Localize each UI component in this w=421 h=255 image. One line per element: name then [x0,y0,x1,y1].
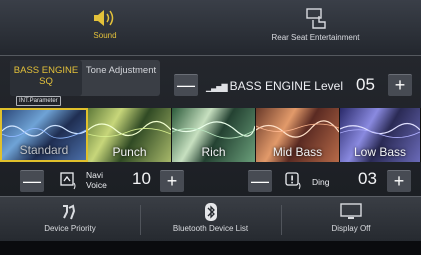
bottom-bezel [0,241,421,255]
waveform-graphic [256,120,339,138]
bass-engine-level-row: — ▁▃▅▇ BASS ENGINE Level 05 + [170,74,415,96]
footer-bar: Device Priority Bluetooth Device List Di… [0,196,421,241]
device-priority-button[interactable]: Device Priority [0,197,140,242]
navi-voice-label: Navi Voice [86,170,107,190]
bluetooth-device-list-button[interactable]: Bluetooth Device List [140,197,281,242]
tab-tone-adjustment[interactable]: Tone Adjustment [82,60,160,96]
ding-value: 03 [358,169,377,188]
voice-volume-row: — Navi Voice 10 + — Ding 03 + [0,166,421,196]
bass-level-plus-button[interactable]: + [388,74,412,96]
tab-sound[interactable]: Sound [0,0,210,56]
bass-level-minus-button[interactable]: — [174,74,198,96]
preset-mid-bass[interactable]: Mid Bass [256,108,340,162]
preset-standard[interactable]: Standard [0,108,88,162]
bass-level-label: BASS ENGINE Level [229,79,343,93]
tab-tone-adjustment-label: Tone Adjustment [85,65,157,76]
level-bars-icon: ▁▃▅▇ [206,83,228,92]
preset-low-bass-label: Low Bass [353,145,407,159]
preset-rich-label: Rich [201,145,226,159]
bass-level-label-group: ▁▃▅▇ BASS ENGINE Level [206,79,343,93]
navi-voice-label-line1: Navi [86,170,104,180]
navi-voice-value: 10 [132,169,151,188]
tab-rear-seat-label: Rear Seat Entertainment [271,33,360,42]
waveform-graphic [88,120,171,137]
waveform-graphic [172,121,255,139]
navi-voice-icon [60,172,76,190]
bluetooth-device-list-label: Bluetooth Device List [172,224,249,233]
ding-plus-button[interactable]: + [387,170,411,192]
bluetooth-icon [204,203,217,221]
display-off-button[interactable]: Display Off [281,197,421,242]
top-tab-bar: Sound Rear Seat Entertainment [0,0,421,56]
device-priority-label: Device Priority [44,224,96,233]
screen: Sound Rear Seat Entertainment BASS ENGIN… [0,0,421,255]
ding-label: Ding [312,177,330,187]
tab-bass-engine-sq-label: BASS ENGINE SQ [13,65,79,87]
int-parameter-tag[interactable]: INT.Parameter [16,96,61,106]
bass-level-value: 05 [356,75,375,94]
navi-voice-label-line2: Voice [86,180,107,190]
preset-strip: Standard Punch Rich Mid Bass Low Bass [0,108,421,162]
speaker-icon [94,10,114,26]
navi-voice-plus-button[interactable]: + [160,170,184,192]
preset-rich[interactable]: Rich [172,108,256,162]
preset-standard-label: Standard [19,143,69,157]
tab-sound-label: Sound [93,31,117,40]
sound-settings-panel: BASS ENGINE SQ Tone Adjustment INT.Param… [0,56,421,196]
waveform-graphic [2,124,86,139]
display-icon [340,203,362,219]
waveform-graphic [340,122,420,138]
tab-bass-engine-sq[interactable]: BASS ENGINE SQ [10,60,82,96]
display-off-label: Display Off [331,224,371,233]
preset-mid-bass-label: Mid Bass [272,145,323,159]
ding-icon [285,172,301,190]
rear-seat-icon [305,8,326,29]
preset-punch-label: Punch [112,145,147,159]
tab-rear-seat-entertainment[interactable]: Rear Seat Entertainment [210,0,421,56]
preset-punch[interactable]: Punch [88,108,172,162]
ding-minus-button[interactable]: — [248,170,272,192]
mode-tabs: BASS ENGINE SQ Tone Adjustment [10,60,160,96]
device-priority-icon [63,204,76,220]
navi-voice-minus-button[interactable]: — [20,170,44,192]
preset-low-bass[interactable]: Low Bass [340,108,421,162]
